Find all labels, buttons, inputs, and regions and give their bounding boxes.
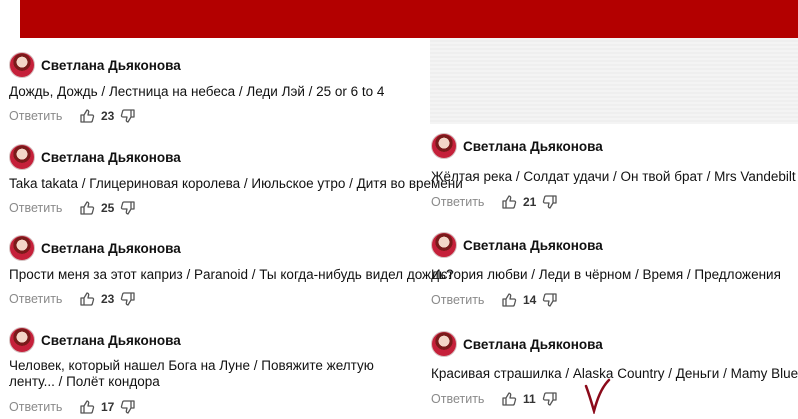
thumbs-up-icon[interactable]: [501, 194, 517, 210]
comment-header: Светлана Дьяконова: [9, 233, 181, 263]
like-count: 23: [101, 292, 115, 306]
thumbs-down-icon[interactable]: [542, 391, 558, 407]
red-banner: [20, 0, 798, 38]
comment-text: История любви / Леди в чёрном / Время / …: [431, 267, 781, 282]
thumbs-down-icon[interactable]: [120, 399, 136, 415]
comment-actions: Ответить 11: [431, 391, 558, 407]
thumbs-up-icon[interactable]: [501, 292, 517, 308]
avatar[interactable]: [9, 52, 35, 78]
like-count: 25: [101, 201, 115, 215]
comment-actions: Ответить 23: [9, 291, 136, 307]
comment-text: Красивая страшилка / Alaska Country / Де…: [431, 366, 798, 381]
comment-text: Прости меня за этот каприз / Paranoid / …: [9, 267, 454, 282]
comment-text: Жёлтая река / Солдат удачи / Он твой бра…: [431, 169, 796, 184]
reply-link[interactable]: Ответить: [431, 392, 501, 406]
avatar[interactable]: [9, 144, 35, 170]
thumbs-up-icon[interactable]: [501, 391, 517, 407]
author-name[interactable]: Светлана Дьяконова: [41, 150, 181, 165]
thumbs-up-icon[interactable]: [79, 108, 95, 124]
comment-header: Светлана Дьяконова: [431, 329, 603, 359]
thumbs-up-icon[interactable]: [79, 200, 95, 216]
author-name[interactable]: Светлана Дьяконова: [41, 333, 181, 348]
author-name[interactable]: Светлана Дьяконова: [463, 139, 603, 154]
avatar[interactable]: [431, 232, 457, 258]
comment: Светлана Дьяконова Прости меня за этот к…: [9, 233, 454, 313]
comment-header: Светлана Дьяконова: [9, 142, 181, 172]
striped-background: [430, 38, 798, 124]
avatar[interactable]: [431, 133, 457, 159]
like-count: 11: [523, 392, 536, 406]
comment-actions: Ответить 25: [9, 200, 136, 216]
like-count: 17: [101, 400, 115, 414]
reply-link[interactable]: Ответить: [9, 292, 79, 306]
comment: Светлана Дьяконова Дождь, Дождь / Лестни…: [9, 50, 429, 130]
like-count: 21: [523, 195, 537, 209]
comment-header: Светлана Дьяконова: [431, 131, 603, 161]
thumbs-down-icon[interactable]: [120, 108, 136, 124]
comment-header: Светлана Дьяконова: [9, 50, 181, 80]
comment-text: Человек, который нашел Бога на Луне / По…: [9, 358, 374, 389]
avatar[interactable]: [9, 235, 35, 261]
author-name[interactable]: Светлана Дьяконова: [463, 337, 603, 352]
avatar[interactable]: [431, 331, 457, 357]
comment: Светлана Дьяконова Жёлтая река / Солдат …: [431, 131, 796, 211]
reply-link[interactable]: Ответить: [9, 201, 79, 215]
comment-actions: Ответить 23: [9, 108, 136, 124]
thumbs-down-icon[interactable]: [542, 292, 558, 308]
comment-text: Дождь, Дождь / Лестница на небеса / Леди…: [9, 84, 385, 99]
author-name[interactable]: Светлана Дьяконова: [463, 238, 603, 253]
avatar[interactable]: [9, 327, 35, 353]
comment: Светлана Дьяконова Taka takata / Глицери…: [9, 142, 463, 222]
reply-link[interactable]: Ответить: [431, 293, 501, 307]
reply-link[interactable]: Ответить: [431, 195, 501, 209]
thumbs-up-icon[interactable]: [79, 399, 95, 415]
thumbs-down-icon[interactable]: [542, 194, 558, 210]
author-name[interactable]: Светлана Дьяконова: [41, 58, 181, 73]
comment-actions: Ответить 17: [9, 399, 136, 415]
thumbs-up-icon[interactable]: [79, 291, 95, 307]
like-count: 14: [523, 293, 537, 307]
comment-header: Светлана Дьяконова: [431, 230, 603, 260]
reply-link[interactable]: Ответить: [9, 109, 79, 123]
like-count: 23: [101, 109, 115, 123]
reply-link[interactable]: Ответить: [9, 400, 79, 414]
comment: Светлана Дьяконова История любви / Леди …: [431, 230, 791, 310]
thumbs-down-icon[interactable]: [120, 200, 136, 216]
comment-actions: Ответить 14: [431, 292, 558, 308]
thumbs-down-icon[interactable]: [120, 291, 136, 307]
comment-header: Светлана Дьяконова: [9, 325, 181, 355]
comment-text: Taka takata / Глицериновая королева / Ию…: [9, 176, 463, 191]
comment-actions: Ответить 21: [431, 194, 558, 210]
author-name[interactable]: Светлана Дьяконова: [41, 241, 181, 256]
checkmark-icon: [583, 378, 611, 419]
comment: Светлана Дьяконова Красивая страшилка / …: [431, 329, 798, 414]
comment: Светлана Дьяконова Человек, который наше…: [9, 325, 421, 417]
